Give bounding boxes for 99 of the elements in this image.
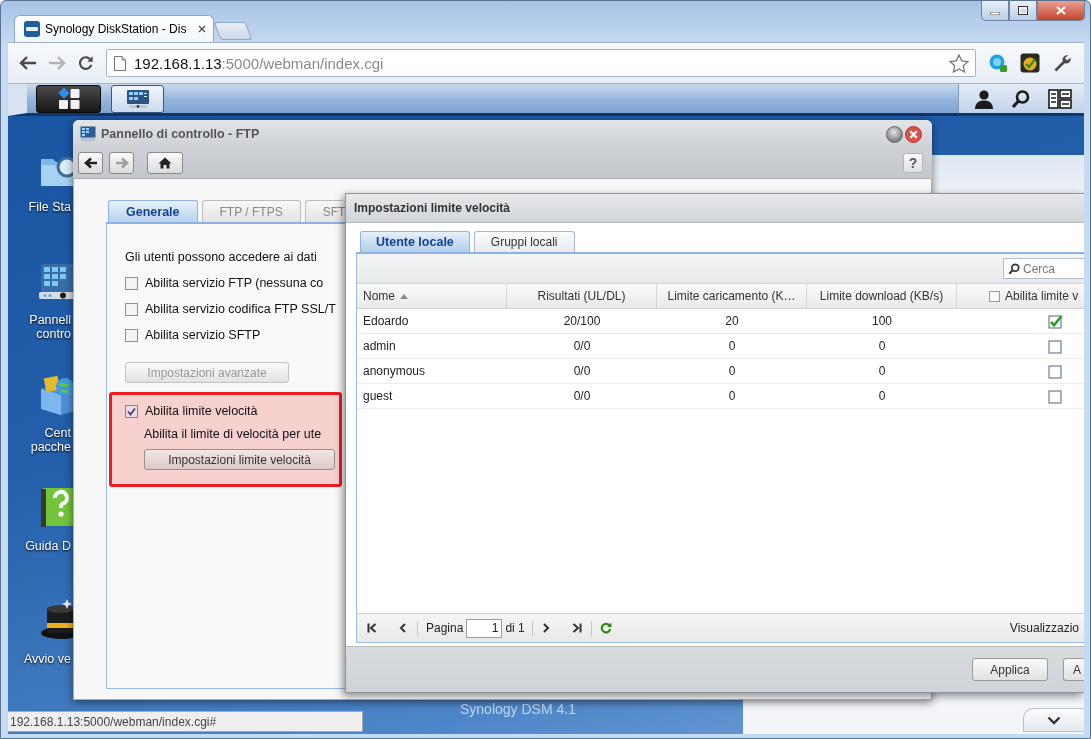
table-cell: 0	[878, 339, 886, 353]
maximize-icon	[1018, 6, 1028, 15]
desktop-icon-label: File Sta	[28, 200, 71, 214]
maximize-button[interactable]	[1009, 1, 1037, 21]
checkbox-label: Abilita limite velocità	[145, 404, 258, 418]
table-cell: 0	[728, 364, 736, 378]
table-cell: 0/0	[573, 364, 591, 378]
search-field[interactable]: Cerca	[1003, 258, 1084, 279]
next-page-icon[interactable]	[540, 623, 551, 633]
table-cell: 0	[878, 389, 886, 403]
pager-label: Pagina	[426, 621, 464, 635]
tab[interactable]: Generale	[108, 200, 198, 222]
cloud-extension-icon[interactable]	[988, 53, 1008, 73]
widgets-icon[interactable]	[1048, 88, 1072, 109]
chevron-down-icon	[1047, 715, 1061, 725]
column-header[interactable]: Abilita limite v	[957, 284, 1084, 308]
close-tab-icon[interactable]	[198, 25, 206, 33]
desktop-icon-label: Pannell	[29, 313, 71, 327]
dsm-logo-icon	[24, 21, 40, 37]
first-page-icon[interactable]	[367, 623, 377, 633]
checkbox[interactable]	[125, 328, 138, 342]
close-icon	[1056, 6, 1066, 15]
table-cell: 20/100	[563, 314, 601, 328]
table-cell-text: anonymous	[362, 364, 426, 378]
checkbox[interactable]	[125, 302, 138, 316]
apply-button[interactable]: Applica	[972, 658, 1048, 681]
help-button[interactable]: ?	[903, 153, 923, 173]
checkbox-label: Abilita servizio FTP (nessuna co	[145, 276, 324, 290]
arrow-left-icon	[83, 157, 98, 169]
gauge-extension-icon[interactable]	[1020, 53, 1040, 73]
address-field[interactable]: 192.168.1.13:5000/webman/index.cgi	[106, 49, 976, 77]
desktop-icon-label: Avvio ve	[24, 652, 71, 666]
page-icon	[114, 55, 126, 71]
close-button[interactable]	[905, 125, 922, 143]
browser-tab[interactable]: Synology DiskStation - Dis	[14, 15, 214, 42]
start-button[interactable]	[36, 84, 101, 113]
checkbox-label: Abilita servizio codifica FTP SSL/T	[145, 302, 336, 316]
back-arrow-icon[interactable]	[19, 55, 37, 71]
reload-icon[interactable]	[77, 55, 95, 71]
desktop-logo-text: Synology DSM 4.1	[460, 701, 576, 717]
checkbox[interactable]	[989, 290, 1000, 302]
intro-text: Gli utenti possono accedere ai dati	[125, 249, 317, 266]
dashboard-icon	[80, 126, 96, 142]
table-cell: 0/0	[573, 339, 591, 353]
table-cell: 0	[728, 339, 736, 353]
table-cell: 0	[878, 364, 886, 378]
table-cell-text: guest	[362, 389, 393, 403]
bookmark-star-icon[interactable]	[949, 53, 969, 73]
dialog-title: Impostazioni limite velocità	[354, 201, 511, 215]
status-bubble: 192.168.1.13:5000/webman/index.cgi#	[8, 711, 363, 732]
column-header[interactable]: Risultati (UL/DL)	[507, 284, 657, 308]
tab[interactable]: Utente locale	[360, 231, 470, 252]
page-count: di 1	[505, 621, 525, 635]
table-cell: 0/0	[573, 389, 591, 403]
description-text: Abilita il limite di velocità per ute	[144, 426, 322, 443]
minimize-button[interactable]	[886, 125, 903, 143]
window-title: Pannello di controllo - FTP	[101, 127, 261, 141]
last-page-icon[interactable]	[571, 623, 582, 633]
collapse-tab[interactable]	[1023, 708, 1084, 732]
close-button[interactable]	[1037, 1, 1085, 21]
checkbox[interactable]	[125, 276, 138, 290]
checkbox[interactable]	[1048, 313, 1063, 329]
dashboard-icon	[125, 88, 150, 109]
home-icon	[158, 157, 172, 169]
search-icon	[1008, 262, 1020, 275]
checkbox-label: Abilita servizio SFTP	[145, 328, 261, 342]
table-cell: 20	[725, 314, 739, 328]
checkbox[interactable]	[1048, 338, 1063, 354]
table-cell-text: Edoardo	[362, 314, 409, 328]
back-button[interactable]	[78, 152, 103, 174]
display-info: Visualizzazio	[1009, 621, 1080, 635]
arrow-right-icon	[114, 157, 129, 169]
table-cell: 100	[872, 314, 892, 328]
wrench-icon[interactable]	[1052, 53, 1072, 73]
checkbox[interactable]	[1048, 363, 1063, 379]
user-icon[interactable]	[974, 88, 994, 109]
footer-button[interactable]: A	[1063, 658, 1084, 681]
url-text: 192.168.1.13:5000/webman/index.cgi	[134, 54, 385, 72]
table-cell: 0	[728, 389, 736, 403]
taskbar-app-button[interactable]	[111, 84, 164, 113]
column-header[interactable]: Limite download (KB/s)	[807, 284, 957, 308]
refresh-icon[interactable]	[599, 622, 612, 634]
previous-page-icon[interactable]	[398, 623, 408, 633]
speed-limit-settings-button[interactable]: Impostazioni limite velocità	[144, 449, 335, 470]
column-header[interactable]: Limite caricamento (K…	[657, 284, 807, 308]
checkbox[interactable]	[125, 404, 138, 418]
search-input[interactable]: Cerca	[1023, 261, 1083, 276]
home-button[interactable]	[147, 152, 183, 174]
desktop-icon-label: contro	[36, 327, 71, 341]
desktop-icon-label: Cent	[44, 426, 71, 440]
page-field[interactable]: 1	[466, 618, 503, 638]
desktop-icon-label: Guida D	[25, 539, 71, 553]
table-cell-text: admin	[362, 339, 396, 353]
tab[interactable]: Gruppi locali	[473, 231, 575, 252]
checkbox[interactable]	[1048, 388, 1063, 404]
column-header[interactable]: Nome	[357, 284, 507, 308]
search-icon[interactable]	[1011, 88, 1031, 109]
desktop-icon-label: pacche	[30, 440, 71, 454]
minimize-icon	[990, 12, 1000, 15]
